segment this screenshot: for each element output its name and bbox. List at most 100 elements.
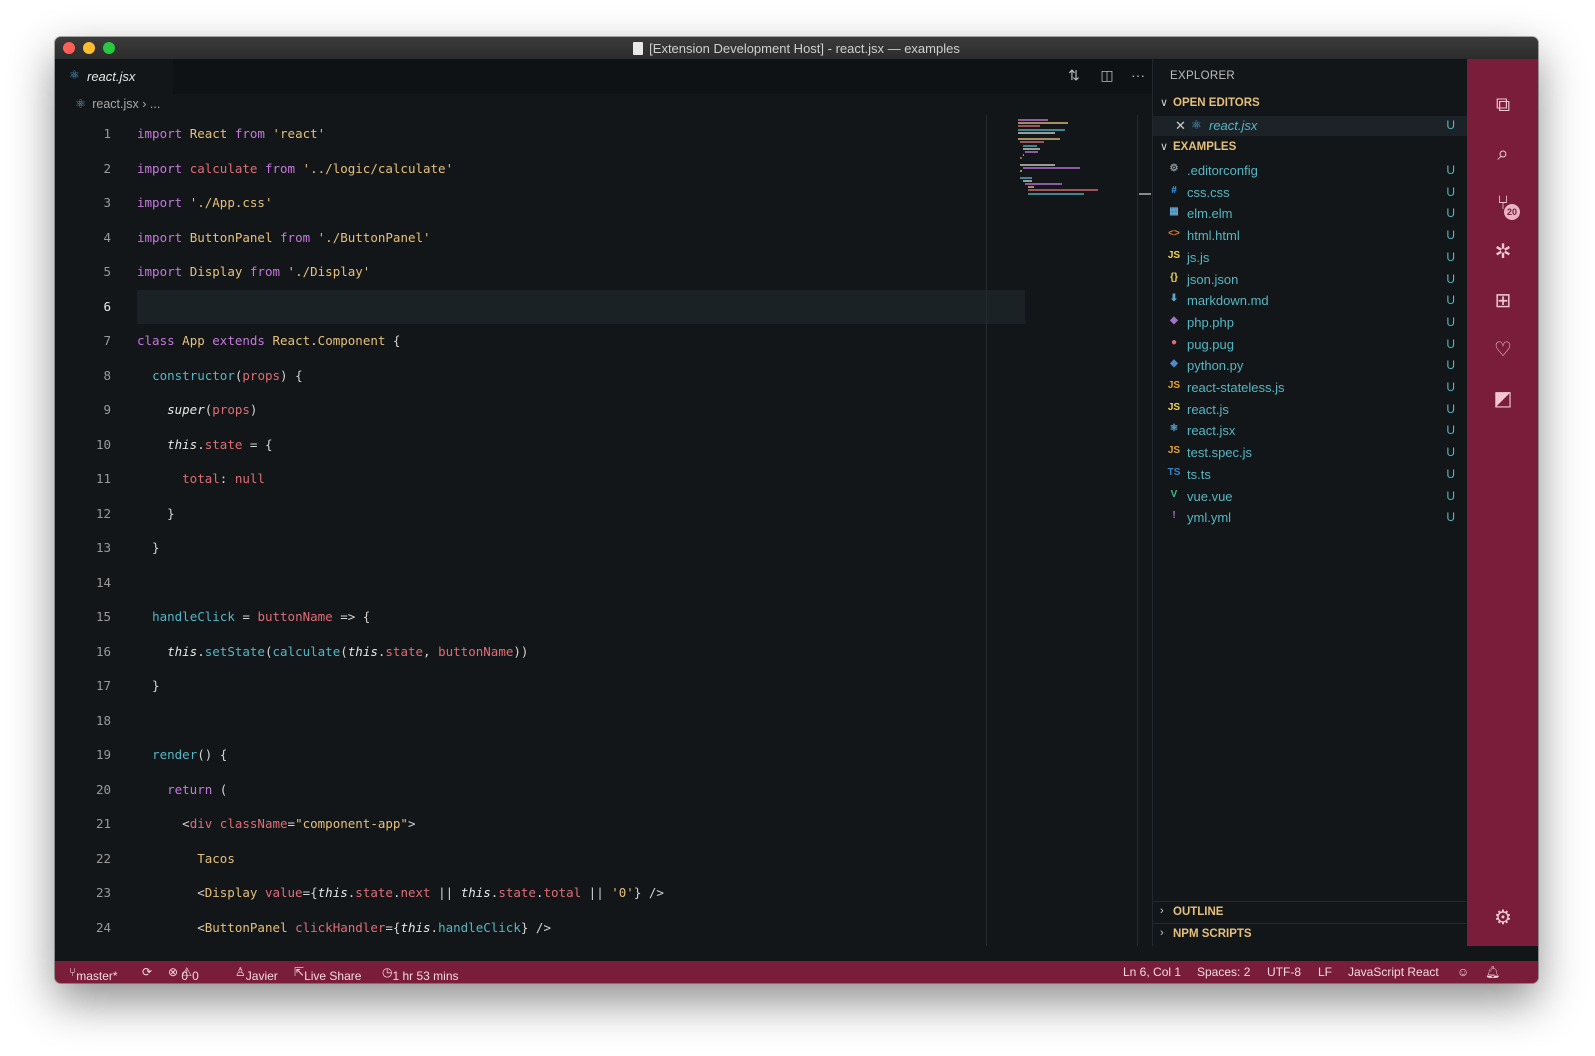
editor-scrollbar[interactable] <box>1137 115 1152 946</box>
file-item[interactable]: # css.css U <box>1153 182 1468 203</box>
code-line[interactable]: 22 Tacos <box>55 842 1025 876</box>
code-line[interactable]: 20 return ( <box>55 773 1025 807</box>
feedback-icon[interactable]: ☺ <box>1457 965 1469 979</box>
file-item[interactable]: ▦ elm.elm U <box>1153 203 1468 224</box>
problems-indicator[interactable]: ⊗ 0 ⚠ 0 <box>168 965 199 983</box>
code-line[interactable]: 16 this.setState(calculate(this.state, b… <box>55 635 1025 669</box>
code-line[interactable]: 14 <box>55 566 1025 600</box>
file-item[interactable]: ● pug.pug U <box>1153 334 1468 355</box>
outline-header[interactable]: › OUTLINE <box>1153 903 1468 923</box>
indentation[interactable]: Spaces: 2 <box>1197 965 1250 979</box>
file-type-icon: JS <box>1167 249 1181 261</box>
breadcrumb-symbol[interactable]: ... <box>150 97 160 111</box>
debug-icon[interactable]: ✲ <box>1490 239 1516 265</box>
end-of-line[interactable]: LF <box>1318 965 1332 979</box>
file-item[interactable]: JS test.spec.js U <box>1153 442 1468 463</box>
file-item[interactable]: ⬇ markdown.md U <box>1153 290 1468 311</box>
split-editor-icon[interactable]: ◫ <box>1097 67 1117 84</box>
editor-area: ⚛ react.jsx ⇅ ◫ ··· ⚛ react.jsx › ... 1 im… <box>55 59 1152 946</box>
file-name: .editorconfig <box>1187 163 1258 178</box>
sync-icon[interactable]: ⟳ <box>142 965 152 979</box>
tab-react-jsx[interactable]: ⚛ react.jsx <box>55 59 173 94</box>
file-type-icon: JS <box>1167 401 1181 413</box>
file-item[interactable]: <> html.html U <box>1153 225 1468 246</box>
ruler-line <box>986 115 987 946</box>
live-share-icon[interactable]: ♡ <box>1490 337 1516 363</box>
code-line[interactable]: 24 <ButtonPanel clickHandler={this.handl… <box>55 911 1025 945</box>
live-share-button[interactable]: ⇱ Live Share <box>294 965 361 983</box>
code-line[interactable]: 2 import calculate from '../logic/calcula… <box>55 152 1025 186</box>
code-text: Tacos <box>197 850 235 866</box>
code-line[interactable]: 6 <box>103 289 1025 324</box>
extensions-icon[interactable]: ⊞ <box>1490 288 1516 314</box>
file-item[interactable]: TS ts.ts U <box>1153 464 1468 485</box>
file-item[interactable]: {} json.json U <box>1153 269 1468 290</box>
git-status-badge: U <box>1446 445 1455 460</box>
file-item[interactable]: Vvue.vue U <box>1153 486 1468 507</box>
code-line[interactable]: 7 class App extends React.Component { <box>55 324 1025 358</box>
more-actions-icon[interactable]: ··· <box>1128 67 1148 83</box>
file-item[interactable]: JS js.js U <box>1153 247 1468 268</box>
code-line[interactable]: 15 handleClick = buttonName => { <box>55 600 1025 634</box>
code-line[interactable]: 5 import Display from './Display' <box>55 255 1025 289</box>
live-share-user[interactable]: ♙ Javier <box>235 965 278 983</box>
code-line[interactable]: 4 import ButtonPanel from './ButtonPanel' <box>55 221 1025 255</box>
file-item[interactable]: JS react-stateless.js U <box>1153 377 1468 398</box>
git-status-badge: U <box>1446 358 1455 373</box>
close-icon[interactable]: ✕ <box>1175 118 1186 134</box>
session-timer[interactable]: ◷ 1 hr 53 mins <box>382 965 459 983</box>
encoding[interactable]: UTF-8 <box>1267 965 1301 979</box>
code-line[interactable]: 9 super(props) <box>55 393 1025 427</box>
code-line[interactable]: 13 } <box>55 531 1025 565</box>
minimap[interactable] <box>1016 115 1136 215</box>
line-number: 24 <box>95 919 111 935</box>
explorer-icon[interactable]: ⧉ <box>1490 92 1516 118</box>
remote-icon[interactable]: ◩ <box>1490 386 1516 412</box>
open-editor-item[interactable]: ✕ ⚛ react.jsx U <box>1153 116 1468 136</box>
npm-scripts-header[interactable]: › NPM SCRIPTS <box>1153 925 1468 945</box>
notifications-icon[interactable]: 🔔︎ <box>1485 965 1500 979</box>
language-mode[interactable]: JavaScript React <box>1348 965 1439 979</box>
code-line[interactable]: 21 <div className="component-app"> <box>55 807 1025 841</box>
examples-header[interactable]: ∨ EXAMPLES <box>1153 138 1468 158</box>
file-item[interactable]: ! yml.yml U <box>1153 507 1468 528</box>
code-line[interactable]: 11 total: null <box>55 462 1025 496</box>
file-type-icon: ! <box>1172 510 1176 522</box>
cursor-position[interactable]: Ln 6, Col 1 <box>1123 965 1181 979</box>
code-line[interactable]: 8 constructor(props) { <box>55 359 1025 393</box>
open-editors-header[interactable]: ∨ OPEN EDITORS <box>1153 94 1468 114</box>
code-text: this.state = { <box>167 436 273 452</box>
code-line[interactable]: 18 <box>55 704 1025 738</box>
code-line[interactable]: 10 this.state = { <box>55 428 1025 462</box>
file-item[interactable]: ◆ php.php U <box>1153 312 1468 333</box>
code-text: constructor(props) { <box>152 367 303 383</box>
react-file-icon: ⚛ <box>75 97 87 111</box>
line-number: 14 <box>95 574 111 590</box>
line-number: 20 <box>95 781 111 797</box>
title-bar: [Extension Development Host] - react.jsx… <box>55 37 1538 60</box>
gear-icon[interactable]: ⚙ <box>1490 905 1516 931</box>
breadcrumb-file[interactable]: react.jsx <box>92 97 139 111</box>
explorer-sidebar: EXPLORER ∨ OPEN EDITORS ✕ ⚛ react.jsx U … <box>1152 59 1468 946</box>
compare-changes-icon[interactable]: ⇅ <box>1064 67 1084 84</box>
branch-indicator[interactable]: ⑂ master* <box>69 965 118 983</box>
minimap-line <box>1020 170 1022 173</box>
code-line[interactable]: 1 import React from 'react' <box>55 117 1025 151</box>
code-editor[interactable]: 1 import React from 'react' 2 import calcul… <box>55 117 1025 946</box>
file-item[interactable]: ◆ python.py U <box>1153 355 1468 376</box>
code-line[interactable]: 17 } <box>55 669 1025 703</box>
file-item[interactable]: ⚙ .editorconfig U <box>1153 160 1468 181</box>
search-icon[interactable]: ⌕ <box>1490 141 1516 167</box>
line-number: 8 <box>103 367 111 383</box>
line-number: 12 <box>95 505 111 521</box>
code-line[interactable]: 19 render() { <box>55 738 1025 772</box>
file-item[interactable]: ⚛ react.jsx U <box>1153 420 1468 441</box>
line-number: 17 <box>95 678 111 693</box>
status-bar: ⑂ master* ⟳ ⊗ 0 ⚠ 0 ♙ Javier ⇱ Live Shar… <box>55 961 1538 983</box>
code-line[interactable]: 12 } <box>55 497 1025 531</box>
file-item[interactable]: JS react.js U <box>1153 399 1468 420</box>
code-line[interactable]: 3 import './App.css' <box>55 186 1025 220</box>
git-status-badge: U <box>1446 163 1455 177</box>
code-line[interactable]: 23 <Display value={this.state.next || th… <box>55 876 1025 910</box>
git-status-badge: U <box>1446 206 1455 221</box>
